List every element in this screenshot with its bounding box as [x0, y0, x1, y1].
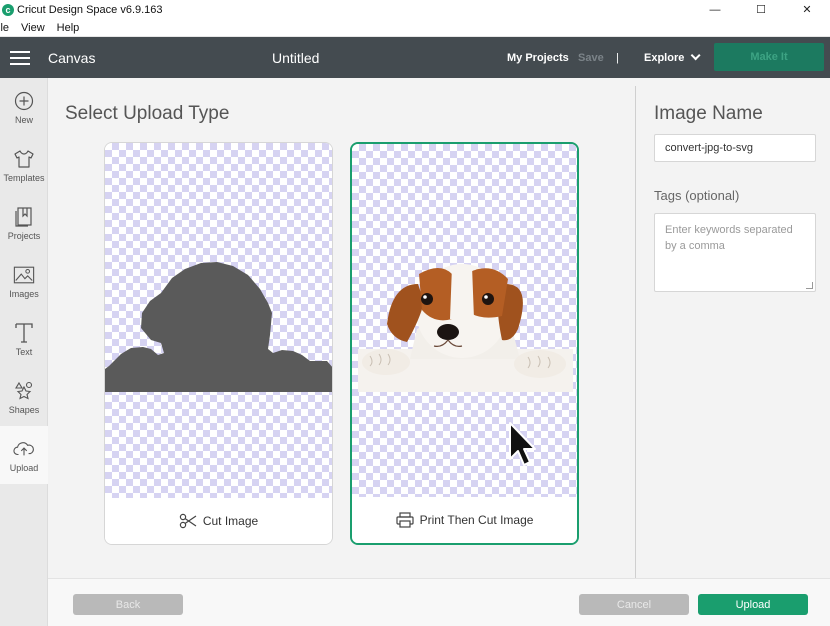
- close-button[interactable]: ✕: [784, 0, 830, 19]
- sidebar-label-text: Text: [15, 346, 33, 357]
- sidebar-item-text[interactable]: Text: [0, 310, 48, 368]
- back-button[interactable]: Back: [73, 594, 183, 615]
- cut-image-label: Cut Image: [202, 514, 259, 528]
- image-icon: [13, 264, 35, 286]
- app-logo-icon: c: [2, 3, 14, 16]
- mouse-cursor-icon: [509, 422, 536, 466]
- sidebar-item-projects[interactable]: Projects: [0, 194, 48, 252]
- print-then-cut-label: Print Then Cut Image: [419, 513, 534, 527]
- menu-help[interactable]: Help: [57, 22, 80, 34]
- text-icon: [13, 322, 35, 344]
- window-controls: — ☐ ✕: [692, 0, 830, 19]
- menu-bar: ile View Help: [0, 19, 830, 37]
- sidebar-label-images: Images: [9, 288, 39, 299]
- sidebar-label-projects: Projects: [7, 230, 41, 241]
- maximize-button[interactable]: ☐: [738, 0, 784, 19]
- sidebar-item-images[interactable]: Images: [0, 252, 48, 310]
- sidebar-label-shapes: Shapes: [8, 404, 40, 415]
- chevron-down-icon: [691, 50, 701, 61]
- cloud-upload-icon: [13, 438, 35, 460]
- plus-circle-icon: [13, 90, 35, 112]
- document-title: Untitled: [272, 49, 320, 66]
- sidebar-label-new: New: [14, 114, 33, 125]
- print-then-cut-option[interactable]: Print Then Cut Image: [350, 142, 579, 545]
- sidebar-item-templates[interactable]: Templates: [0, 136, 48, 194]
- puppy-photo-image: [358, 264, 573, 392]
- projects-icon: [13, 206, 35, 228]
- tags-placeholder: Enter keywords separated by a comma: [665, 224, 793, 252]
- menu-view[interactable]: View: [21, 22, 45, 34]
- printer-icon: [395, 512, 414, 528]
- image-name-heading: Image Name: [654, 103, 763, 124]
- shirt-icon: [13, 148, 35, 170]
- tags-textarea[interactable]: Enter keywords separated by a comma: [654, 213, 816, 292]
- image-details-panel: Image Name convert-jpg-to-svg Tags (opti…: [635, 86, 830, 578]
- dog-silhouette-image: [105, 262, 332, 392]
- section-label: Canvas: [48, 49, 96, 66]
- make-it-button[interactable]: Make It: [714, 43, 824, 71]
- sidebar-item-new[interactable]: New: [0, 78, 48, 136]
- app-header: Canvas Untitled My Projects Save | Explo…: [0, 37, 830, 78]
- sidebar-item-upload[interactable]: Upload: [0, 426, 48, 484]
- save-link[interactable]: Save: [578, 52, 604, 64]
- cut-image-footer: Cut Image: [105, 498, 332, 544]
- footer-bar: Back Cancel Upload: [48, 578, 830, 626]
- page-title: Select Upload Type: [65, 103, 230, 124]
- explore-label: Explore: [644, 51, 685, 64]
- hamburger-menu-icon[interactable]: [10, 50, 30, 65]
- shapes-icon: [13, 380, 35, 402]
- image-name-field[interactable]: convert-jpg-to-svg: [654, 134, 816, 162]
- cut-image-option[interactable]: Cut Image: [104, 142, 333, 545]
- header-divider: |: [616, 51, 619, 64]
- sidebar-item-shapes[interactable]: Shapes: [0, 368, 48, 426]
- resize-handle-icon[interactable]: [806, 282, 813, 289]
- sidebar-label-upload: Upload: [9, 462, 39, 473]
- sidebar-label-templates: Templates: [3, 172, 45, 183]
- title-bar: c Cricut Design Space v6.9.163 — ☐ ✕: [0, 0, 830, 19]
- cancel-button[interactable]: Cancel: [579, 594, 689, 615]
- explore-dropdown[interactable]: Explore: [644, 50, 701, 64]
- my-projects-link[interactable]: My Projects: [507, 52, 569, 64]
- upload-button[interactable]: Upload: [698, 594, 808, 615]
- print-then-cut-footer: Print Then Cut Image: [352, 497, 577, 543]
- window-title: Cricut Design Space v6.9.163: [17, 3, 163, 16]
- scissors-icon: [179, 513, 197, 529]
- minimize-button[interactable]: —: [692, 0, 738, 19]
- tags-label: Tags (optional): [654, 188, 740, 203]
- menu-file[interactable]: ile: [0, 22, 9, 34]
- left-sidebar: New Templates Projects Images Text Shape…: [0, 78, 48, 626]
